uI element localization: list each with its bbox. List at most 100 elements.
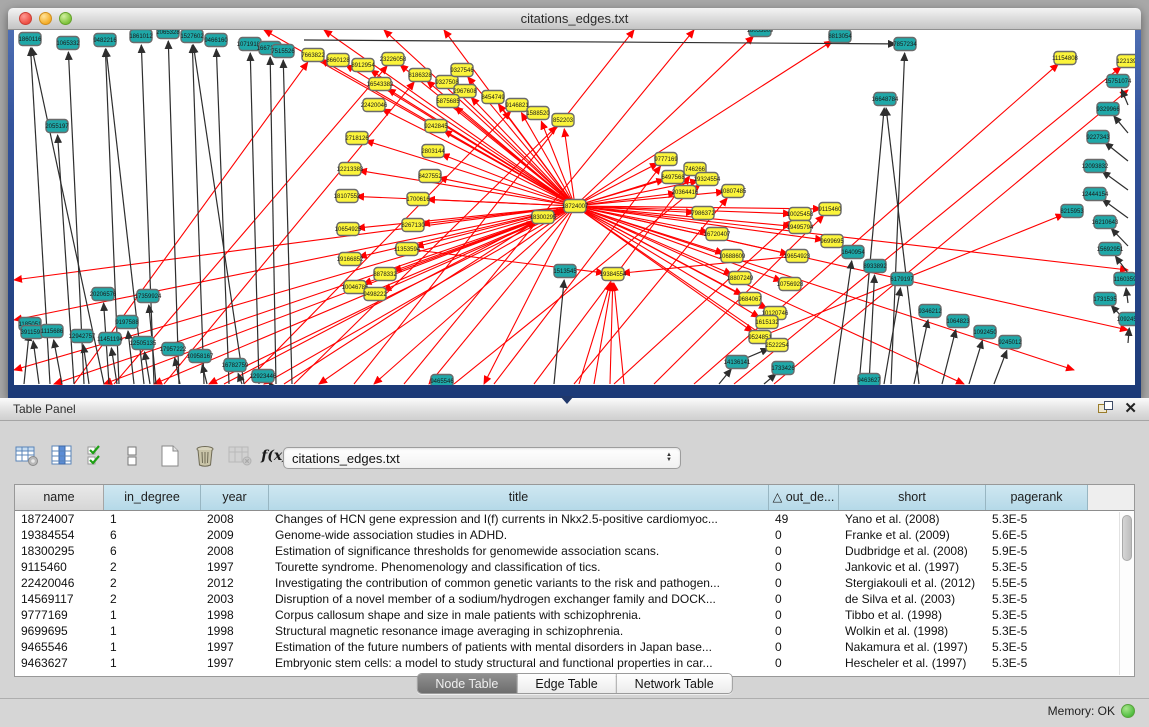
graph-node[interactable]: 8933892 bbox=[863, 260, 887, 273]
graph-node[interactable]: 10807485 bbox=[720, 185, 747, 198]
graph-node[interactable]: 2803144 bbox=[421, 145, 445, 158]
graph-node[interactable]: 9699695 bbox=[820, 235, 844, 248]
graph-edge[interactable] bbox=[1115, 256, 1128, 273]
graph-edge[interactable] bbox=[164, 82, 414, 384]
graph-node[interactable]: 7515526 bbox=[271, 45, 295, 58]
graph-node[interactable]: 1115686 bbox=[41, 325, 64, 338]
graph-edge[interactable] bbox=[1114, 116, 1128, 133]
table-row[interactable]: 1938455462009Genome-wide association stu… bbox=[15, 527, 1134, 543]
graph-node[interactable]: 23226058 bbox=[380, 53, 407, 66]
graph-node[interactable]: 2718126 bbox=[345, 132, 369, 145]
table-row[interactable]: 977716911998Corpus callosum shape and si… bbox=[15, 607, 1134, 623]
graph-node[interactable]: 9197588 bbox=[115, 316, 139, 329]
graph-node[interactable]: 1064823 bbox=[946, 315, 970, 328]
graph-edge[interactable] bbox=[969, 341, 982, 384]
graph-edge[interactable] bbox=[1105, 143, 1128, 161]
graph-edge[interactable] bbox=[58, 135, 74, 384]
graph-node[interactable]: 5875685 bbox=[436, 95, 460, 108]
graph-node[interactable]: 17957222 bbox=[160, 343, 187, 356]
close-panel-icon[interactable]: ✕ bbox=[1124, 401, 1137, 417]
graph-node[interactable]: 10025458 bbox=[787, 208, 814, 221]
graph-edge[interactable] bbox=[575, 206, 1128, 330]
graph-node[interactable]: 9327546 bbox=[450, 64, 474, 77]
tab-network-table[interactable]: Network Table bbox=[617, 674, 732, 693]
column-header-pagerank[interactable]: pagerank bbox=[986, 485, 1088, 510]
graph-node[interactable]: 8660128 bbox=[326, 54, 350, 67]
graph-edge[interactable] bbox=[914, 320, 928, 384]
graph-node[interactable]: 16210643 bbox=[1092, 216, 1119, 229]
graph-edge[interactable] bbox=[54, 206, 575, 384]
graph-node[interactable]: 1065332 bbox=[56, 37, 80, 50]
graph-edge[interactable] bbox=[1102, 171, 1128, 190]
graph-node[interactable]: 10756928 bbox=[777, 278, 804, 291]
graph-edge[interactable] bbox=[192, 45, 204, 384]
table-row[interactable]: 969969511998Structural magnetic resonanc… bbox=[15, 623, 1134, 639]
graph-node[interactable]: 9242845 bbox=[424, 120, 448, 133]
close-window-icon[interactable] bbox=[19, 12, 32, 25]
graph-node[interactable]: 1513545 bbox=[553, 265, 577, 278]
graph-node[interactable]: 12942757 bbox=[69, 330, 96, 343]
graph-node[interactable]: 1731535 bbox=[1093, 293, 1117, 306]
graph-edge[interactable] bbox=[719, 369, 731, 384]
graph-node[interactable]: 10688609 bbox=[719, 250, 746, 263]
graph-node[interactable]: 9466160 bbox=[204, 34, 228, 47]
column-header-out_de[interactable]: △ out_de... bbox=[769, 485, 839, 510]
graph-node[interactable]: 9684067 bbox=[738, 293, 762, 306]
graph-node[interactable]: 6497568 bbox=[661, 171, 685, 184]
graph-edge[interactable] bbox=[382, 109, 575, 206]
graph-node[interactable]: 7857234 bbox=[893, 38, 917, 51]
graph-edge[interactable] bbox=[594, 283, 611, 384]
graph-node[interactable]: 12213383 bbox=[337, 163, 364, 176]
graph-node[interactable]: 9465546 bbox=[430, 375, 454, 386]
graph-node[interactable]: 8454749 bbox=[481, 91, 505, 104]
graph-edge[interactable] bbox=[141, 45, 154, 384]
graph-edge[interactable] bbox=[574, 198, 727, 384]
graph-node[interactable]: 18300295 bbox=[530, 211, 557, 224]
graph-node[interactable]: 15692951 bbox=[1097, 243, 1124, 256]
tab-node-table[interactable]: Node Table bbox=[417, 674, 517, 693]
graph-node[interactable]: 1733426 bbox=[771, 362, 795, 375]
graph-node[interactable]: 1700616 bbox=[406, 193, 430, 206]
graph-edge[interactable] bbox=[54, 340, 62, 384]
graph-node[interactable]: 1640954 bbox=[841, 246, 865, 259]
graph-node[interactable]: 20206576 bbox=[90, 288, 117, 301]
splitter-grip[interactable] bbox=[560, 396, 574, 404]
graph-node[interactable]: 7663822 bbox=[301, 49, 325, 62]
graph-edge[interactable] bbox=[168, 41, 179, 384]
graph-node[interactable]: 9146821 bbox=[505, 99, 529, 112]
table-row[interactable]: 946554611997Estimation of the future num… bbox=[15, 639, 1134, 655]
column-header-title[interactable]: title bbox=[269, 485, 769, 510]
graph-node[interactable]: 9463627 bbox=[857, 374, 881, 386]
graph-node[interactable]: 1860116 bbox=[19, 33, 43, 46]
graph-node[interactable]: 852203 bbox=[552, 114, 574, 127]
graph-node[interactable]: 1527602 bbox=[180, 30, 204, 43]
network-graph[interactable]: 1872400718300295193845542242004627181261… bbox=[14, 30, 1135, 385]
graph-node[interactable]: 6179197 bbox=[890, 273, 914, 286]
graph-node[interactable]: 8878332 bbox=[373, 268, 397, 281]
graph-node[interactable]: 15751074 bbox=[1105, 75, 1132, 88]
column-header-short[interactable]: short bbox=[839, 485, 986, 510]
graph-edge[interactable] bbox=[304, 40, 896, 44]
graph-node[interactable]: 12444154 bbox=[1082, 188, 1109, 201]
graph-node[interactable]: 12923446 bbox=[250, 370, 277, 383]
graph-edge[interactable] bbox=[541, 121, 575, 206]
graph-edge[interactable] bbox=[1128, 328, 1129, 343]
graph-node[interactable]: 20364416 bbox=[672, 186, 699, 199]
graph-node[interactable]: 8912954 bbox=[351, 59, 375, 72]
graph-node[interactable]: 2055197 bbox=[45, 120, 69, 133]
network-selector-dropdown[interactable]: citations_edges.txt ▲▼ bbox=[283, 447, 681, 469]
graph-node[interactable]: 9482216 bbox=[93, 34, 117, 47]
row-height-icon[interactable] bbox=[119, 444, 145, 468]
graph-node[interactable]: 9227343 bbox=[1086, 131, 1110, 144]
graph-node[interactable]: 1221397 bbox=[1116, 55, 1135, 68]
graph-node[interactable]: 8186328 bbox=[408, 69, 432, 82]
graph-node[interactable]: 12093832 bbox=[1082, 160, 1109, 173]
graph-node[interactable]: 22420046 bbox=[361, 99, 388, 112]
graph-node[interactable]: 19166852 bbox=[337, 253, 364, 266]
graph-node[interactable]: 12505135 bbox=[130, 337, 157, 350]
graph-node[interactable]: 19324554 bbox=[694, 173, 721, 186]
zoom-window-icon[interactable] bbox=[59, 12, 72, 25]
graph-node[interactable]: 18107552 bbox=[334, 190, 361, 203]
graph-node[interactable]: 9346212 bbox=[918, 305, 942, 318]
graph-edge[interactable] bbox=[834, 261, 852, 384]
